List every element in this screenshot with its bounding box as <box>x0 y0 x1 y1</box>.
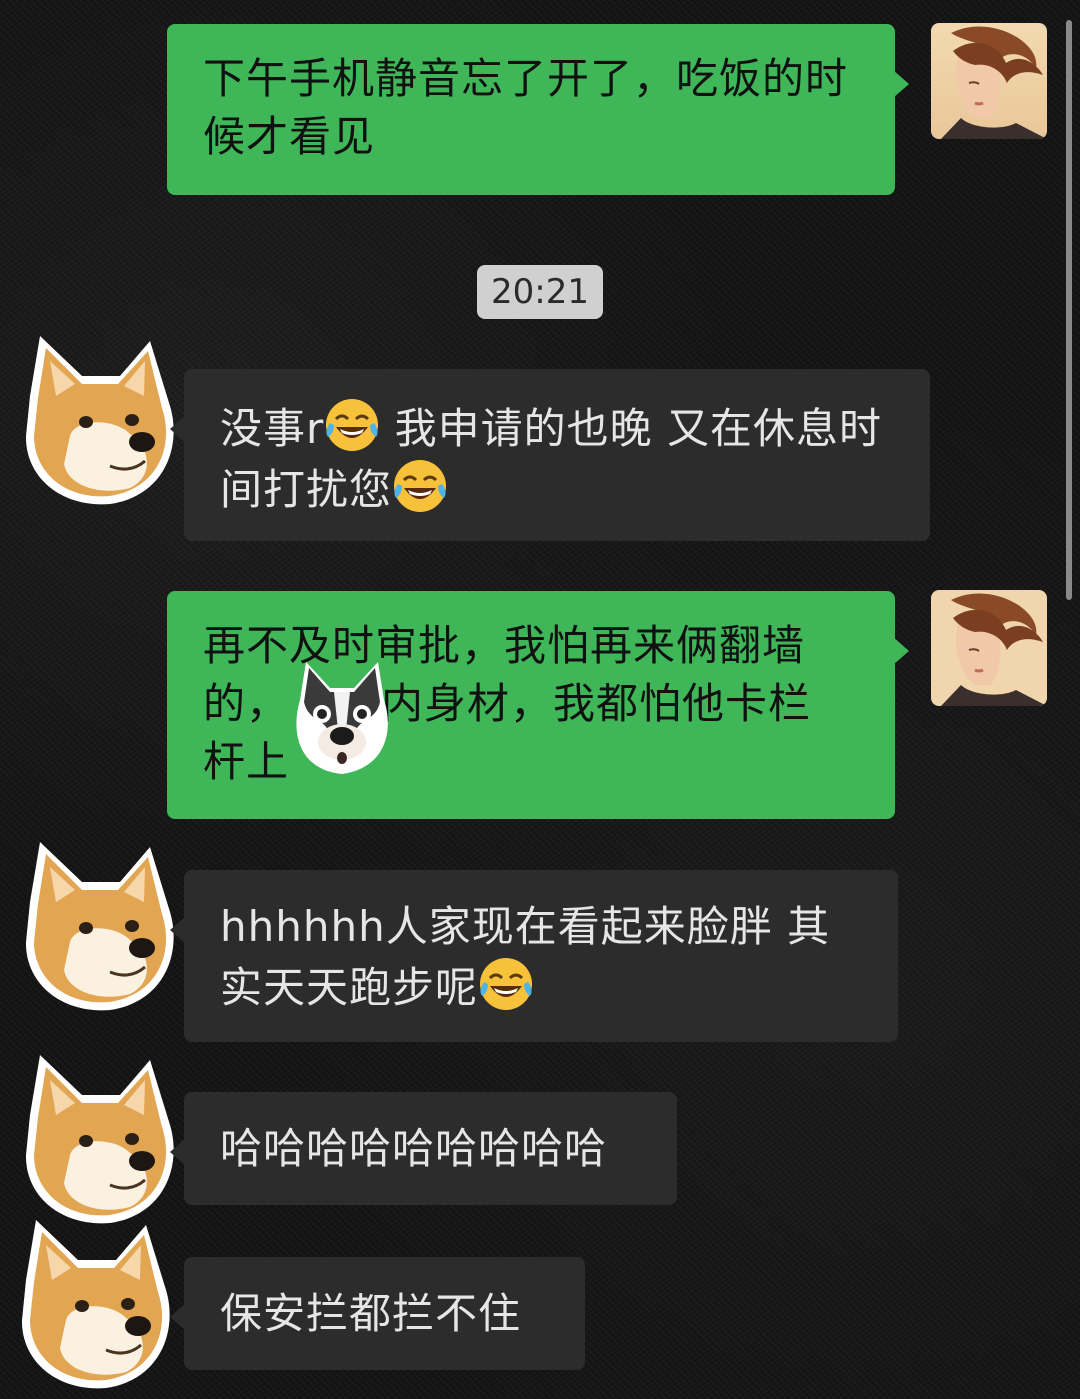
doge-avatar[interactable] <box>20 1055 180 1225</box>
message-line-2-start: 的， <box>203 679 290 728</box>
face-with-tears-of-joy-icon <box>324 397 380 453</box>
message-bubble-incoming[interactable]: 保安拦都拦不住 <box>170 1257 585 1370</box>
message-bubble-outgoing[interactable]: 下午手机静音忘了开了，吃饭的时候才看见 <box>167 24 909 195</box>
message-text: 下午手机静音忘了开了，吃饭的时候才看见 <box>203 54 849 161</box>
message-bubble-outgoing[interactable]: 再不及时审批，我怕再来俩翻墙 的， 内身材，我都怕他卡栏 杆上 <box>167 591 909 819</box>
message-text-part-1: 没事r <box>220 404 325 453</box>
girl-portrait-avatar[interactable] <box>931 23 1047 139</box>
message-line-2-end: 内身材，我都怕他卡栏 <box>381 679 812 728</box>
girl-portrait-avatar[interactable] <box>931 590 1047 706</box>
message-bubble-incoming[interactable]: 没事r 我申请的也晚 又在休息时间打扰您 <box>170 369 930 541</box>
timestamp-label: 20:21 <box>477 265 603 319</box>
face-with-tears-of-joy-icon <box>478 956 534 1012</box>
doge-avatar[interactable] <box>20 842 180 1012</box>
message-bubble-incoming[interactable]: 哈哈哈哈哈哈哈哈哈 <box>170 1092 677 1205</box>
message-text: 哈哈哈哈哈哈哈哈哈 <box>220 1124 608 1173</box>
chat-screen: 下午手机静音忘了开了，吃饭的时候才看见 20:21 没事r 我申请的也晚 又在休… <box>0 0 1080 1399</box>
doge-avatar[interactable] <box>20 336 180 506</box>
face-with-tears-of-joy-icon <box>392 458 448 514</box>
doge-avatar[interactable] <box>16 1220 176 1390</box>
message-bubble-incoming[interactable]: hhhhhh人家现在看起来脸胖 其实天天跑步呢 <box>170 870 898 1042</box>
message-text: 保安拦都拦不住 <box>220 1289 522 1338</box>
scrollbar[interactable] <box>1066 20 1072 600</box>
husky-face-icon <box>290 660 394 776</box>
